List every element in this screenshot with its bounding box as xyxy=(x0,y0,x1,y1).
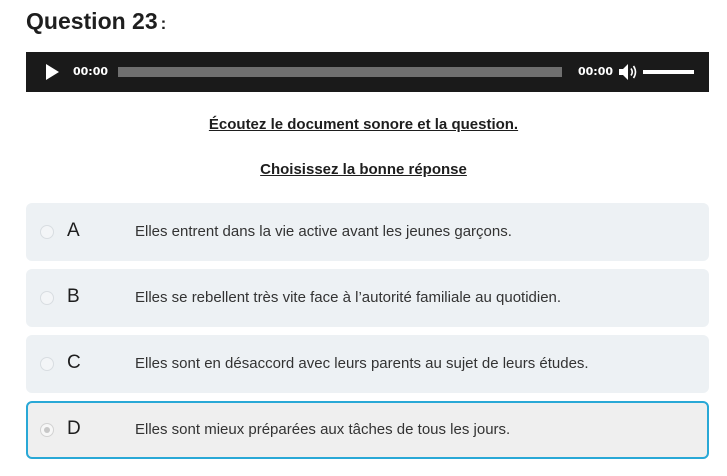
answer-option-a[interactable]: A Elles entrent dans la vie active avant… xyxy=(26,203,709,261)
play-icon[interactable] xyxy=(46,64,59,80)
question-title-text: Question 23 xyxy=(26,8,158,34)
answer-option-b[interactable]: B Elles se rebellent très vite face à l’… xyxy=(26,269,709,327)
instruction-choose: Choisissez la bonne réponse xyxy=(260,161,467,178)
option-letter: D xyxy=(67,418,81,439)
question-title-colon: : xyxy=(160,14,167,33)
option-letter: A xyxy=(67,220,80,241)
answer-option-c[interactable]: C Elles sont en désaccord avec leurs par… xyxy=(26,335,709,393)
answer-option-d[interactable]: D Elles sont mieux préparées aux tâches … xyxy=(26,401,709,459)
radio-button-selected[interactable] xyxy=(40,423,54,437)
option-letter: C xyxy=(67,352,81,373)
option-letter: B xyxy=(67,286,80,307)
option-text: Elles entrent dans la vie active avant l… xyxy=(135,223,512,240)
duration-time: 00:00 xyxy=(578,65,614,78)
speaker-icon[interactable] xyxy=(618,63,638,81)
option-text: Elles sont en désaccord avec leurs paren… xyxy=(135,355,589,372)
current-time: 00:00 xyxy=(73,65,109,78)
radio-button[interactable] xyxy=(40,357,54,371)
radio-button[interactable] xyxy=(40,291,54,305)
question-title: Question 23: xyxy=(26,8,166,35)
progress-bar[interactable] xyxy=(118,67,562,77)
radio-button[interactable] xyxy=(40,225,54,239)
option-text: Elles sont mieux préparées aux tâches de… xyxy=(135,421,511,438)
volume-slider[interactable] xyxy=(643,70,694,74)
option-text: Elles se rebellent très vite face à l’au… xyxy=(135,289,562,306)
instruction-listen: Écoutez le document sonore et la questio… xyxy=(208,116,519,133)
audio-player: 00:00 00:00 xyxy=(26,52,709,92)
